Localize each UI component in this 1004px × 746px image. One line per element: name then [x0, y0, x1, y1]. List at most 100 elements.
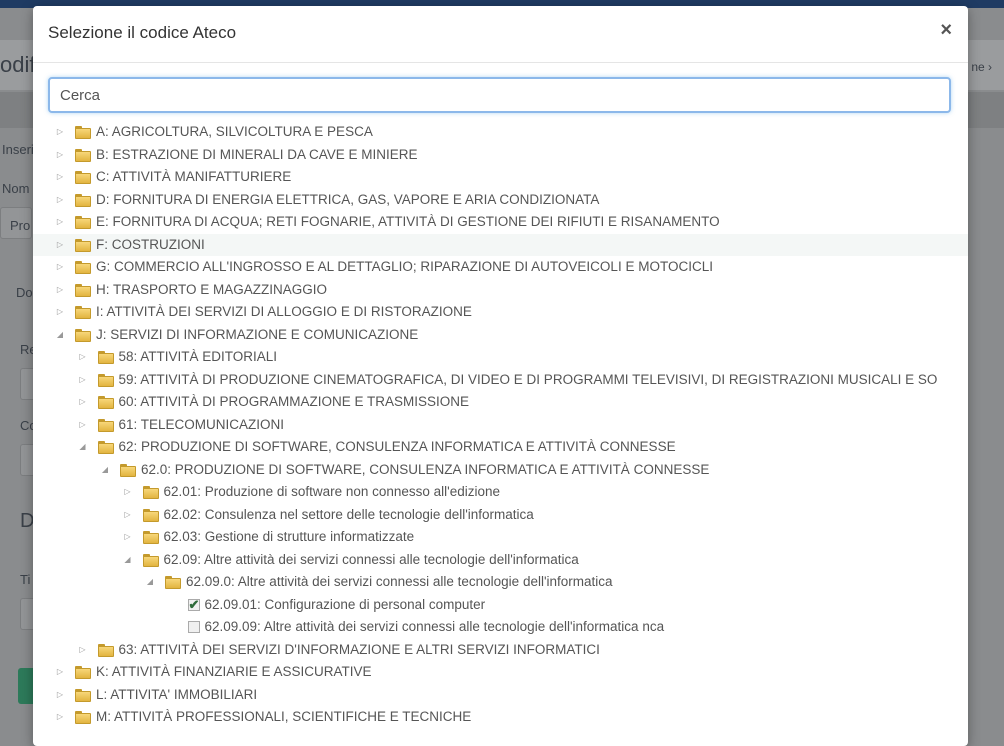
tree-node-label[interactable]: F: COSTRUZIONI	[96, 234, 205, 257]
close-button[interactable]: ×	[940, 20, 952, 40]
tree-node-label[interactable]: I: ATTIVITÀ DEI SERVIZI DI ALLOGGIO E DI…	[96, 301, 472, 324]
tree-node[interactable]: ▷ A: AGRICOLTURA, SILVICOLTURA E PESCA	[33, 121, 968, 144]
tree-node-label[interactable]: 62.0: PRODUZIONE DI SOFTWARE, CONSULENZA…	[141, 459, 709, 482]
bg-label-ti: Ti	[20, 572, 31, 587]
tree-node-label[interactable]: L: ATTIVITA' IMMOBILIARI	[96, 684, 257, 707]
folder-icon	[75, 238, 91, 252]
folder-icon	[75, 328, 91, 342]
expand-down-icon[interactable]: ◢	[123, 549, 133, 571]
folder-icon	[165, 576, 181, 589]
folder-icon	[142, 531, 159, 544]
tree-node[interactable]: ▷ 63: ATTIVITÀ DEI SERVIZI D'INFORMAZIONE…	[33, 639, 968, 662]
tree-node[interactable]: 62.09.09: Altre attività dei servizi con…	[33, 616, 968, 639]
expand-right-icon[interactable]: ▷	[55, 301, 65, 323]
folder-icon	[75, 306, 91, 319]
tree-node-label[interactable]: E: FORNITURA DI ACQUA; RETI FOGNARIE, AT…	[96, 211, 720, 234]
expand-right-icon[interactable]: ▷	[55, 211, 65, 233]
expand-right-icon[interactable]: ▷	[123, 481, 133, 503]
tree-node-label[interactable]: B: ESTRAZIONE DI MINERALI DA CAVE E MINI…	[96, 144, 418, 167]
tree-node-label[interactable]: 58: ATTIVITÀ EDITORIALI	[119, 346, 278, 369]
expand-right-icon[interactable]: ▷	[78, 414, 88, 436]
checked-checkbox-icon[interactable]: ✔	[187, 597, 200, 612]
tree-node[interactable]: ▷ L: ATTIVITA' IMMOBILIARI	[33, 684, 968, 707]
tree-node[interactable]: ▷ 58: ATTIVITÀ EDITORIALI	[33, 346, 968, 369]
tree-node[interactable]: ▷ E: FORNITURA DI ACQUA; RETI FOGNARIE, A…	[33, 211, 968, 234]
expand-right-icon[interactable]: ▷	[78, 391, 88, 413]
tree-node[interactable]: ◢ 62.09.0: Altre attività dei servizi con…	[33, 571, 968, 594]
expand-right-icon[interactable]: ▷	[55, 234, 65, 256]
tree-node[interactable]: ▷ B: ESTRAZIONE DI MINERALI DA CAVE E MIN…	[33, 144, 968, 167]
expand-right-icon[interactable]: ▷	[55, 144, 65, 166]
tree-node-label[interactable]: M: ATTIVITÀ PROFESSIONALI, SCIENTIFICHE …	[96, 706, 471, 729]
expand-right-icon[interactable]: ▷	[78, 639, 88, 661]
expand-right-icon[interactable]: ▷	[123, 504, 133, 526]
expand-right-icon[interactable]: ▷	[78, 346, 88, 368]
folder-icon	[75, 171, 91, 184]
folder-icon	[75, 666, 91, 679]
tree-node-label[interactable]: K: ATTIVITÀ FINANZIARIE E ASSICURATIVE	[96, 661, 372, 684]
ateco-modal: Selezione il codice Ateco × ▷ A: AGRICOLT…	[33, 6, 968, 746]
tree-node-label[interactable]: C: ATTIVITÀ MANIFATTURIERE	[96, 166, 291, 189]
search-input[interactable]	[48, 77, 951, 113]
tree-node-label[interactable]: A: AGRICOLTURA, SILVICOLTURA E PESCA	[96, 121, 373, 144]
tree-node[interactable]: ◢ 62: PRODUZIONE DI SOFTWARE, CONSULENZA …	[33, 436, 968, 459]
bg-label-nome: Nom	[2, 181, 30, 196]
expand-right-icon[interactable]: ▷	[55, 279, 65, 301]
tree-node-label[interactable]: 61: TELECOMUNICAZIONI	[119, 414, 285, 437]
tree-node[interactable]: ▷ 60: ATTIVITÀ DI PROGRAMMAZIONE E TRASMI…	[33, 391, 968, 414]
expand-right-icon[interactable]: ▷	[55, 166, 65, 188]
tree-node[interactable]: ▷ 62.03: Gestione di strutture informatiz…	[33, 526, 968, 549]
tree-node[interactable]: ▷ K: ATTIVITÀ FINANZIARIE E ASSICURATIVE	[33, 661, 968, 684]
expand-right-icon[interactable]: ▷	[78, 369, 88, 391]
tree-node[interactable]: ✔ 62.09.01: Configurazione di personal co…	[33, 594, 968, 617]
tree-node-label[interactable]: 62.09.0: Altre attività dei servizi conn…	[186, 571, 613, 594]
tree-node[interactable]: ◢ 62.0: PRODUZIONE DI SOFTWARE, CONSULENZ…	[33, 459, 968, 482]
folder-icon	[75, 216, 91, 229]
tree-node-label[interactable]: 59: ATTIVITÀ DI PRODUZIONE CINEMATOGRAFI…	[119, 369, 938, 392]
expand-right-icon[interactable]: ▷	[55, 256, 65, 278]
tree-node-label[interactable]: 62.03: Gestione di strutture informatizz…	[164, 526, 415, 549]
tree-node[interactable]: ◢ 62.09: Altre attività dei servizi conne…	[33, 549, 968, 572]
folder-icon	[142, 486, 159, 499]
tree-node-label[interactable]: 62.09.09: Altre attività dei servizi con…	[205, 616, 665, 639]
tree-node-label[interactable]: 62.09.01: Configurazione di personal com…	[205, 594, 486, 617]
expand-down-icon[interactable]: ◢	[145, 571, 155, 593]
tree-node[interactable]: ▷ H: TRASPORTO E MAGAZZINAGGIO	[33, 279, 968, 302]
tree-node-label[interactable]: D: FORNITURA DI ENERGIA ELETTRICA, GAS, …	[96, 189, 599, 212]
tree-node-label[interactable]: 63: ATTIVITÀ DEI SERVIZI D'INFORMAZIONE …	[119, 639, 600, 662]
folder-icon	[97, 418, 114, 432]
tree-node[interactable]: ▷ I: ATTIVITÀ DEI SERVIZI DI ALLOGGIO E D…	[33, 301, 968, 324]
tree-node-label[interactable]: 60: ATTIVITÀ DI PROGRAMMAZIONE E TRASMIS…	[119, 391, 470, 414]
folder-icon	[97, 441, 114, 454]
tree-node[interactable]: ▷ G: COMMERCIO ALL'INGROSSO E AL DETTAGLI…	[33, 256, 968, 279]
checkbox-icon[interactable]	[187, 621, 200, 633]
tree-node[interactable]: ▷ M: ATTIVITÀ PROFESSIONALI, SCIENTIFICHE…	[33, 706, 968, 729]
tree-node[interactable]: ▷ 62.01: Produzione di software non conne…	[33, 481, 968, 504]
tree-node-label[interactable]: 62: PRODUZIONE DI SOFTWARE, CONSULENZA I…	[119, 436, 676, 459]
expand-right-icon[interactable]: ▷	[55, 189, 65, 211]
tree-node-label[interactable]: J: SERVIZI DI INFORMAZIONE E COMUNICAZIO…	[96, 324, 418, 347]
folder-icon	[75, 261, 91, 274]
tree-node-label[interactable]: H: TRASPORTO E MAGAZZINAGGIO	[96, 279, 327, 302]
tree-node[interactable]: ▷ C: ATTIVITÀ MANIFATTURIERE	[33, 166, 968, 189]
folder-icon	[142, 508, 159, 522]
expand-down-icon[interactable]: ◢	[100, 459, 110, 481]
tree-node-label[interactable]: 62.02: Consulenza nel settore delle tecn…	[164, 504, 534, 527]
tree-node[interactable]: ▷ D: FORNITURA DI ENERGIA ELETTRICA, GAS,…	[33, 189, 968, 212]
tree-node-label[interactable]: 62.01: Produzione di software non connes…	[164, 481, 501, 504]
expand-right-icon[interactable]: ▷	[55, 121, 65, 143]
expand-down-icon[interactable]: ◢	[55, 324, 65, 346]
expand-down-icon[interactable]: ◢	[78, 436, 88, 458]
expand-right-icon[interactable]: ▷	[55, 661, 65, 683]
tree-node-label[interactable]: G: COMMERCIO ALL'INGROSSO E AL DETTAGLIO…	[96, 256, 713, 279]
expand-right-icon[interactable]: ▷	[55, 684, 65, 706]
bg-input-text: Pro	[10, 218, 31, 233]
tree-node[interactable]: ▷ F: COSTRUZIONI	[33, 233, 968, 257]
tree-node[interactable]: ▷ 62.02: Consulenza nel settore delle tec…	[33, 504, 968, 527]
expand-right-icon[interactable]: ▷	[55, 706, 65, 728]
tree-node-label[interactable]: 62.09: Altre attività dei servizi connes…	[164, 549, 579, 572]
tree-node[interactable]: ▷ 61: TELECOMUNICAZIONI	[33, 414, 968, 437]
tree-node[interactable]: ▷ 59: ATTIVITÀ DI PRODUZIONE CINEMATOGRAF…	[33, 369, 968, 392]
tree-node[interactable]: ◢ J: SERVIZI DI INFORMAZIONE E COMUNICAZI…	[33, 324, 968, 347]
expand-right-icon[interactable]: ▷	[123, 526, 133, 548]
